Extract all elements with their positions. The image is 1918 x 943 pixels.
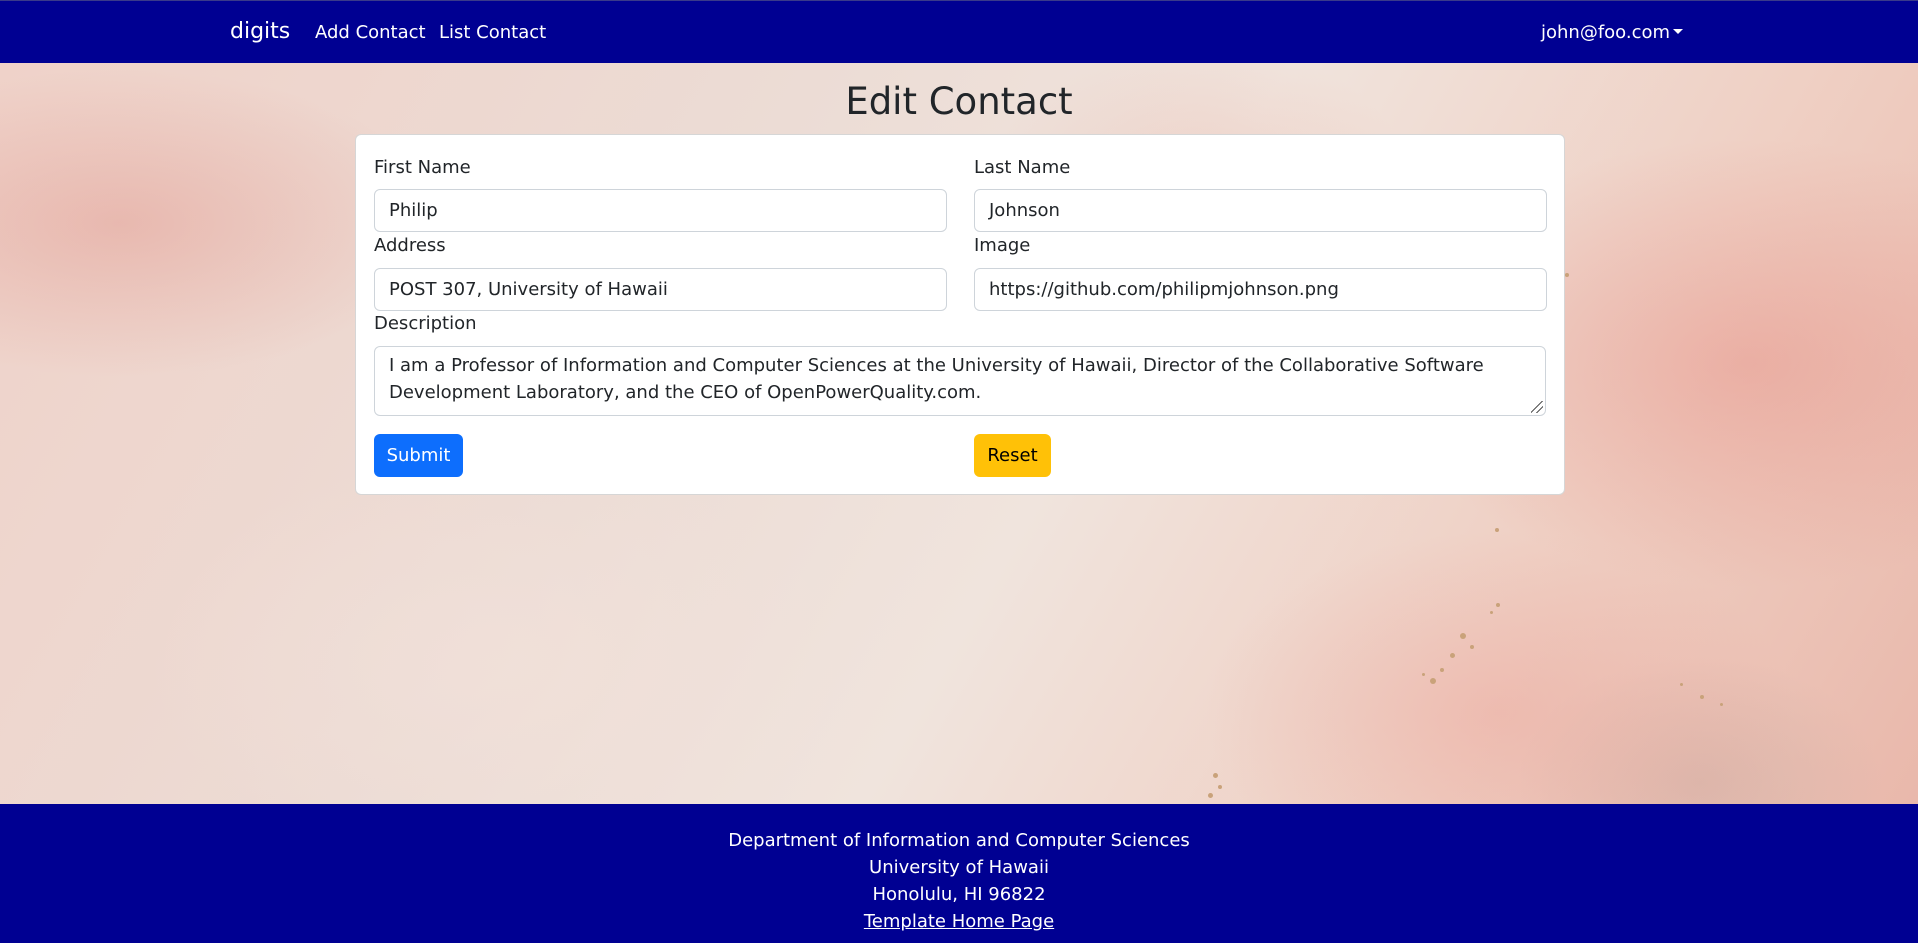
address-field[interactable]: POST 307, University of Hawaii: [374, 268, 947, 311]
resize-handle-icon[interactable]: [1531, 401, 1543, 413]
description-label: Description: [374, 313, 477, 334]
description-text: I am a Professor of Information and Comp…: [389, 355, 1484, 403]
first-name-field[interactable]: Philip: [374, 189, 947, 232]
reset-button[interactable]: Reset: [974, 434, 1051, 477]
footer-department: Department of Information and Computer S…: [728, 830, 1190, 851]
description-textarea[interactable]: I am a Professor of Information and Comp…: [374, 346, 1546, 416]
last-name-field[interactable]: Johnson: [974, 189, 1547, 232]
caret-down-icon: [1673, 29, 1684, 34]
gold-fleck: [1422, 673, 1425, 676]
user-dropdown[interactable]: john@foo.com: [1541, 22, 1684, 43]
gold-fleck: [1700, 695, 1704, 699]
gold-fleck: [1495, 528, 1499, 532]
user-email: john@foo.com: [1541, 22, 1671, 43]
gold-fleck: [1208, 793, 1213, 798]
gold-fleck: [1470, 645, 1474, 649]
gold-fleck: [1430, 678, 1436, 684]
footer-address: Honolulu, HI 96822: [872, 884, 1046, 905]
gold-fleck: [1213, 773, 1218, 778]
gold-fleck: [1450, 653, 1455, 658]
address-label: Address: [374, 235, 446, 256]
brand-link[interactable]: digits: [230, 19, 290, 44]
template-home-link[interactable]: Template Home Page: [864, 911, 1054, 932]
gold-fleck: [1720, 703, 1723, 706]
gold-fleck: [1460, 633, 1466, 639]
gold-fleck: [1565, 273, 1569, 277]
navbar: digits Add Contact List Contact john@foo…: [0, 0, 1918, 63]
image-label: Image: [974, 235, 1031, 256]
edit-contact-form: First Name Philip Last Name Johnson Addr…: [355, 134, 1565, 495]
gold-fleck: [1490, 611, 1493, 614]
gold-fleck: [1680, 683, 1683, 686]
nav-add-contact[interactable]: Add Contact: [315, 22, 426, 43]
image-field[interactable]: https://github.com/philipmjohnson.png: [974, 268, 1547, 311]
footer-university: University of Hawaii: [869, 857, 1049, 878]
last-name-label: Last Name: [974, 157, 1071, 178]
footer: Department of Information and Computer S…: [0, 804, 1918, 943]
submit-button[interactable]: Submit: [374, 434, 463, 477]
nav-list-contact[interactable]: List Contact: [439, 22, 546, 43]
page-title: Edit Contact: [845, 80, 1073, 123]
gold-fleck: [1440, 668, 1444, 672]
gold-fleck: [1496, 603, 1500, 607]
gold-fleck: [1218, 785, 1222, 789]
first-name-label: First Name: [374, 157, 471, 178]
